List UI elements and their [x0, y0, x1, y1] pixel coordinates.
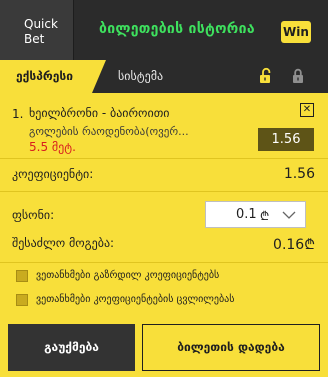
divider — [0, 191, 328, 192]
accept-increased-odds-label: ვეთანხმები გაზრდილ კოეფიციენტებს — [36, 270, 220, 281]
accept-increased-odds-checkbox[interactable] — [16, 270, 28, 282]
tab-express[interactable]: ექსპრესი — [0, 60, 106, 93]
betslip-header: Quick Bet ბილეთების ისტორია Win — [0, 0, 328, 60]
lock-icon[interactable] — [289, 67, 307, 85]
unlock-icon[interactable] — [257, 67, 275, 85]
quick-bet-label-line2: Bet — [24, 32, 45, 46]
quick-bet-label-line1: Quick — [24, 17, 58, 31]
bet-history-link[interactable]: ბილეთების ისტორია — [99, 21, 255, 37]
bet-number: 1. — [12, 107, 24, 121]
bet-selection: 5.5 მეტ. — [29, 140, 76, 154]
currency-lari-icon: ₾ — [260, 209, 270, 223]
divider — [0, 262, 328, 263]
stake-label: ფსონი: — [12, 208, 55, 222]
remove-bet-close-icon[interactable]: ✕ — [300, 103, 314, 117]
stake-input[interactable]: 0.1 ₾ — [205, 201, 306, 228]
accept-odds-change-label: ვეთანხმები კოეფიციენტების ცვლილებას — [36, 294, 235, 305]
bet-odd-value: 1.56 — [258, 128, 314, 151]
possible-win-label: შესაძლო მოგება: — [12, 236, 115, 250]
coefficient-label: კოეფიციენტი: — [12, 167, 94, 181]
quick-bet-toggle[interactable]: Quick Bet — [0, 0, 74, 60]
betslip-tabs: ექსპრესი სისტემა — [0, 60, 328, 93]
bet-event-title: ხეილბრონი - ბაიროითი — [29, 106, 170, 120]
place-bet-button[interactable]: ბილეთის დადება — [142, 324, 320, 371]
bet-market: გოლების რაოდენობა(ოვერ... — [29, 125, 189, 138]
stake-input-value: 0.1 — [236, 207, 257, 222]
accept-odds-change-checkbox[interactable] — [16, 294, 28, 306]
win-badge[interactable]: Win — [281, 21, 311, 43]
coefficient-value: 1.56 — [283, 166, 315, 182]
possible-win-value: 0.16₾ — [273, 237, 315, 253]
divider — [0, 158, 328, 159]
chevron-down-icon[interactable] — [282, 210, 296, 220]
tab-system[interactable]: სისტემა — [118, 60, 163, 93]
clear-button[interactable]: გაუქმება — [8, 324, 135, 371]
